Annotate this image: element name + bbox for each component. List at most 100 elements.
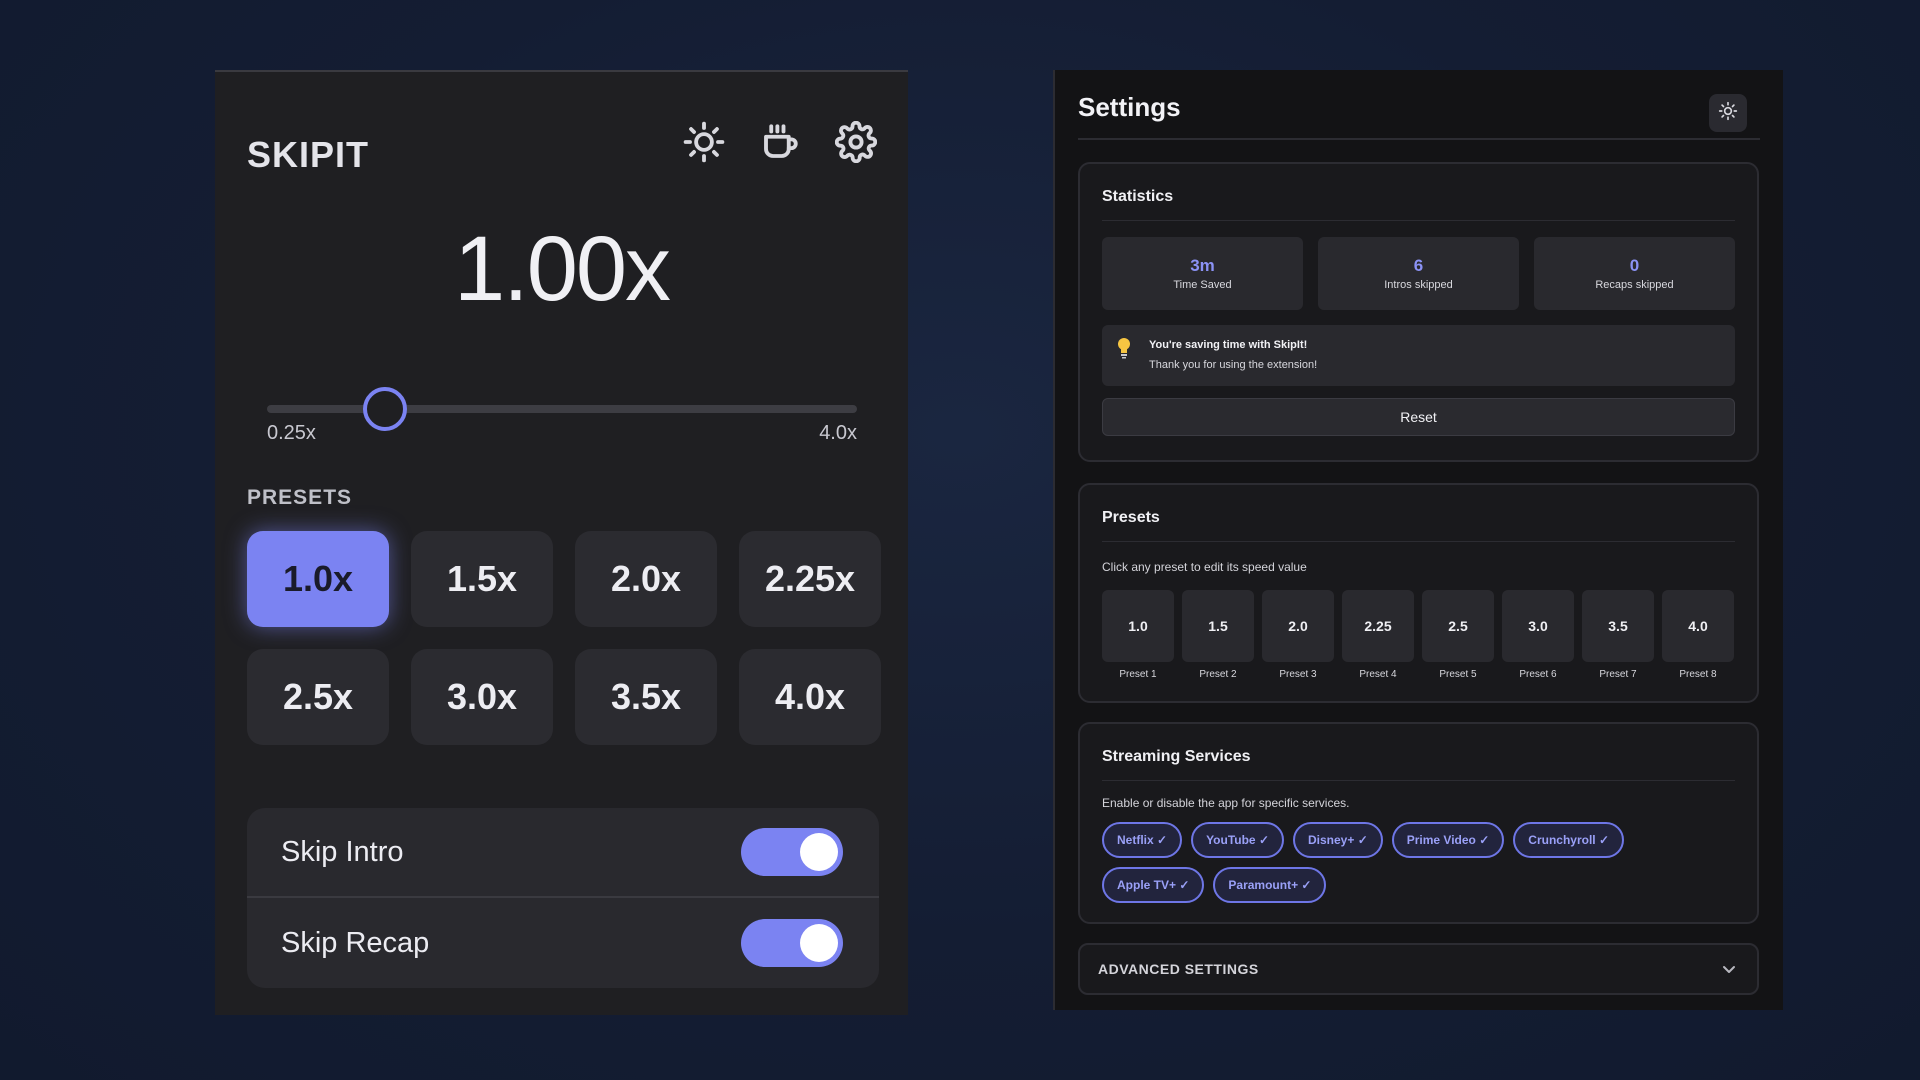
slider-min-label: 0.25x	[267, 422, 316, 444]
presets-heading: PRESETS	[247, 486, 353, 509]
preset-editor-item: 1.0 Preset 1	[1102, 590, 1174, 680]
divider	[1102, 780, 1735, 781]
skip-intro-row: Skip Intro	[247, 808, 879, 898]
donate-coffee-button[interactable]	[758, 122, 802, 166]
service-chips: Netflix ✓ YouTube ✓ Disney+ ✓ Prime Vide…	[1102, 822, 1735, 903]
header-icons	[682, 120, 878, 168]
sun-icon	[683, 121, 725, 168]
preset-button[interactable]: 3.5x	[575, 649, 717, 745]
brand-title: SKIPIT	[247, 134, 370, 175]
service-chip-prime-video[interactable]: Prime Video ✓	[1391, 822, 1505, 858]
preset-label: Preset 8	[1679, 669, 1717, 680]
service-chip-disney[interactable]: Disney+ ✓	[1293, 822, 1383, 858]
stat-value: 3m	[1190, 256, 1215, 275]
presets-description: Click any preset to edit its speed value	[1102, 560, 1307, 574]
preset-label: Preset 2	[1199, 669, 1237, 680]
stat-value: 6	[1413, 256, 1424, 275]
stat-recaps-skipped: 0 Recaps skipped	[1534, 237, 1735, 310]
presets-title: Presets	[1102, 509, 1160, 526]
theme-toggle-button[interactable]	[682, 121, 726, 168]
preset-value-box[interactable]: 2.25	[1342, 590, 1414, 662]
skip-intro-label: Skip Intro	[281, 835, 404, 868]
preset-button[interactable]: 2.0x	[575, 531, 717, 627]
chevron-down-icon	[1721, 961, 1737, 977]
toggle-knob	[800, 924, 838, 962]
stat-intros-skipped: 6 Intros skipped	[1318, 237, 1519, 310]
preset-editor-item: 2.5 Preset 5	[1422, 590, 1494, 680]
divider	[1102, 541, 1735, 542]
preset-grid: 1.0x 1.5x 2.0x 2.25x 2.5x 3.0x 3.5x 4.0x	[247, 531, 881, 745]
skip-recap-row: Skip Recap	[247, 898, 879, 988]
preset-button[interactable]: 2.5x	[247, 649, 389, 745]
slider-max-label: 4.0x	[819, 422, 857, 444]
preset-value-box[interactable]: 2.0	[1262, 590, 1334, 662]
lightbulb-icon	[1116, 337, 1132, 359]
settings-theme-button[interactable]	[1709, 94, 1747, 132]
services-description: Enable or disable the app for specific s…	[1102, 796, 1350, 810]
settings-title: Settings	[1078, 92, 1181, 122]
advanced-settings-label: ADVANCED SETTINGS	[1098, 961, 1259, 977]
slider-thumb[interactable]	[363, 387, 407, 431]
stat-label: Intros skipped	[1384, 279, 1453, 291]
preset-label: Preset 5	[1439, 669, 1477, 680]
preset-editor-item: 2.0 Preset 3	[1262, 590, 1334, 680]
preset-value-box[interactable]: 2.5	[1422, 590, 1494, 662]
preset-button[interactable]: 1.0x	[247, 531, 389, 627]
skip-recap-label: Skip Recap	[281, 926, 430, 959]
skip-intro-toggle[interactable]	[741, 828, 843, 876]
services-title: Streaming Services	[1102, 748, 1251, 765]
preset-editor-item: 3.0 Preset 6	[1502, 590, 1574, 680]
service-chip-youtube[interactable]: YouTube ✓	[1191, 822, 1284, 858]
preset-editor-row: 1.0 Preset 1 1.5 Preset 2 2.0 Preset 3 2.25…	[1102, 590, 1735, 680]
reset-button[interactable]: Reset	[1102, 398, 1735, 436]
advanced-settings-toggle[interactable]: ADVANCED SETTINGS	[1078, 943, 1759, 995]
service-chip-paramount[interactable]: Paramount+ ✓	[1213, 867, 1327, 903]
gear-icon	[834, 120, 878, 168]
speed-slider[interactable]	[267, 384, 857, 434]
preset-value-box[interactable]: 3.5	[1582, 590, 1654, 662]
statistics-title: Statistics	[1102, 188, 1174, 205]
preset-editor-item: 4.0 Preset 8	[1662, 590, 1734, 680]
preset-value-box[interactable]: 4.0	[1662, 590, 1734, 662]
stat-time-saved: 3m Time Saved	[1102, 237, 1303, 310]
settings-button[interactable]	[834, 120, 878, 168]
slider-track[interactable]	[267, 405, 857, 413]
preset-editor-item: 3.5 Preset 7	[1582, 590, 1654, 680]
preset-value-box[interactable]: 3.0	[1502, 590, 1574, 662]
sun-icon	[1718, 101, 1738, 126]
stat-value: 0	[1629, 256, 1640, 275]
info-message: You're saving time with SkipIt! Thank yo…	[1102, 325, 1735, 386]
stat-row: 3m Time Saved 6 Intros skipped 0 Recaps …	[1102, 237, 1735, 310]
streaming-services-card: Streaming Services Enable or disable the…	[1078, 722, 1759, 924]
preset-button[interactable]: 2.25x	[739, 531, 881, 627]
preset-value-box[interactable]: 1.5	[1182, 590, 1254, 662]
popup-header: SKIPIT	[247, 120, 878, 182]
service-chip-netflix[interactable]: Netflix ✓	[1102, 822, 1183, 858]
stat-label: Recaps skipped	[1595, 279, 1674, 291]
info-title: You're saving time with SkipIt!	[1149, 339, 1308, 351]
divider	[1102, 220, 1735, 221]
info-text: Thank you for using the extension!	[1149, 359, 1318, 371]
preset-label: Preset 6	[1519, 669, 1557, 680]
skip-recap-toggle[interactable]	[741, 919, 843, 967]
current-speed: 1.00x	[453, 218, 671, 320]
skip-options-card: Skip Intro Skip Recap	[247, 808, 879, 988]
preset-editor-item: 1.5 Preset 2	[1182, 590, 1254, 680]
preset-label: Preset 3	[1279, 669, 1317, 680]
settings-panel: Settings Statistics 3m Time Saved 6 Intr…	[1053, 70, 1783, 1010]
service-chip-crunchyroll[interactable]: Crunchyroll ✓	[1513, 822, 1625, 858]
preset-editor-item: 2.25 Preset 4	[1342, 590, 1414, 680]
preset-value-box[interactable]: 1.0	[1102, 590, 1174, 662]
coffee-cup-icon	[759, 121, 801, 168]
preset-button[interactable]: 3.0x	[411, 649, 553, 745]
toggle-knob	[800, 833, 838, 871]
preset-label: Preset 1	[1119, 669, 1157, 680]
stat-label: Time Saved	[1173, 279, 1232, 291]
service-chip-apple-tv[interactable]: Apple TV+ ✓	[1102, 867, 1205, 903]
divider	[1078, 138, 1760, 140]
presets-card: Presets Click any preset to edit its spe…	[1078, 483, 1759, 703]
preset-label: Preset 7	[1599, 669, 1637, 680]
preset-button[interactable]: 4.0x	[739, 649, 881, 745]
statistics-card: Statistics 3m Time Saved 6 Intros skippe…	[1078, 162, 1759, 462]
preset-button[interactable]: 1.5x	[411, 531, 553, 627]
